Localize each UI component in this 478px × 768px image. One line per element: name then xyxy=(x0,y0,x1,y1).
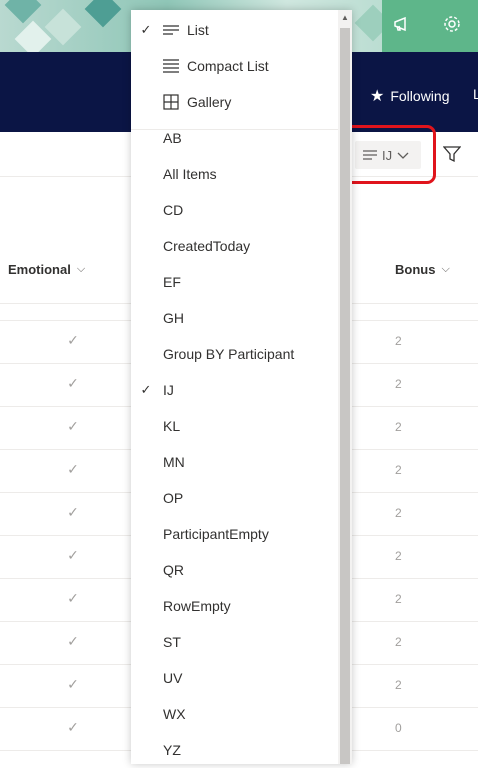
emotional-cell: ✓ xyxy=(67,590,79,606)
menu-item-compact-list[interactable]: Compact List xyxy=(131,48,338,84)
chevron-down-icon: ⌵ xyxy=(76,263,86,275)
suite-bar-actions xyxy=(382,0,478,52)
menu-item-label: RowEmpty xyxy=(163,598,231,614)
menu-item-view-selected[interactable]: ✓ IJ xyxy=(131,372,338,408)
emotional-cell: ✓ xyxy=(67,719,79,735)
gallery-icon xyxy=(162,93,180,111)
banner-hex xyxy=(84,0,122,28)
gear-icon[interactable] xyxy=(440,14,464,38)
menu-item-view[interactable]: All Items xyxy=(131,156,338,192)
bonus-cell: 2 xyxy=(395,334,402,348)
bonus-cell: 2 xyxy=(395,377,402,391)
menu-item-label: Gallery xyxy=(187,94,232,110)
menu-item-view[interactable]: CD xyxy=(131,192,338,228)
menu-item-view[interactable]: EF xyxy=(131,264,338,300)
menu-item-label: GH xyxy=(163,310,184,326)
list-icon xyxy=(162,21,180,39)
menu-item-label: EF xyxy=(163,274,181,290)
banner-hex xyxy=(4,0,42,24)
menu-item-label: Compact List xyxy=(187,58,269,74)
menu-item-view[interactable]: MN xyxy=(131,444,338,480)
checkmark-icon: ✓ xyxy=(140,382,152,397)
menu-item-label: IJ xyxy=(163,382,174,398)
menu-item-label: OP xyxy=(163,490,184,506)
bonus-cell: 2 xyxy=(395,592,402,606)
menu-item-label: ParticipantEmpty xyxy=(163,526,269,542)
menu-item-view[interactable]: Group BY Participant xyxy=(131,336,338,372)
bonus-cell: 2 xyxy=(395,420,402,434)
emotional-cell: ✓ xyxy=(67,375,79,391)
menu-item-view[interactable]: GH xyxy=(131,300,338,336)
bonus-cell: 2 xyxy=(395,506,402,520)
menu-item-view[interactable]: ParticipantEmpty xyxy=(131,516,338,552)
star-icon: ★ xyxy=(370,88,385,105)
menu-item-label: YZ xyxy=(163,742,181,758)
header-partial-label[interactable]: L xyxy=(473,86,478,102)
menu-item-label: WX xyxy=(163,706,186,722)
filter-icon[interactable] xyxy=(442,145,462,163)
menu-item-view[interactable]: OP xyxy=(131,480,338,516)
highlight-box xyxy=(343,125,436,184)
emotional-cell: ✓ xyxy=(67,504,79,520)
column-header-emotional[interactable]: Emotional ⌵ xyxy=(8,262,85,277)
menu-item-label: All Items xyxy=(163,166,217,182)
bonus-cell: 0 xyxy=(395,721,402,735)
menu-item-label: UV xyxy=(163,670,183,686)
checkmark-icon: ✓ xyxy=(140,22,152,37)
megaphone-icon[interactable] xyxy=(390,14,414,38)
follow-button[interactable]: ★ Following xyxy=(370,86,449,106)
bonus-cell: 2 xyxy=(395,463,402,477)
menu-item-label: QR xyxy=(163,562,184,578)
menu-item-view[interactable]: YZ xyxy=(131,732,338,768)
menu-item-label: CreatedToday xyxy=(163,238,251,254)
menu-item-label: List xyxy=(187,22,209,38)
view-options-menu: ✓ List Compact List Gallery AB All Items… xyxy=(131,10,352,764)
menu-item-label: Group BY Participant xyxy=(163,346,295,362)
menu-item-view[interactable]: WX xyxy=(131,696,338,732)
chevron-down-icon: ⌵ xyxy=(441,263,450,275)
bonus-cell: 2 xyxy=(395,678,402,692)
menu-item-view[interactable]: ST xyxy=(131,624,338,660)
bonus-cell: 2 xyxy=(395,635,402,649)
column-header-bonus[interactable]: Bonus ⌵ xyxy=(395,262,450,277)
menu-item-label: MN xyxy=(163,454,185,470)
menu-item-view[interactable]: AB xyxy=(131,120,338,156)
menu-item-view[interactable]: QR xyxy=(131,552,338,588)
menu-item-view[interactable]: RowEmpty xyxy=(131,588,338,624)
menu-item-label: AB xyxy=(163,130,182,146)
emotional-cell: ✓ xyxy=(67,461,79,477)
emotional-cell: ✓ xyxy=(67,676,79,692)
emotional-cell: ✓ xyxy=(67,633,79,649)
menu-item-label: CD xyxy=(163,202,184,218)
menu-item-label: ST xyxy=(163,634,181,650)
bonus-cell: 2 xyxy=(395,549,402,563)
menu-item-list[interactable]: ✓ List xyxy=(131,12,338,48)
column-header-label: Emotional xyxy=(8,262,71,277)
menu-scrollbar-thumb[interactable] xyxy=(340,28,350,764)
column-header-label: Bonus xyxy=(395,262,436,277)
menu-item-view[interactable]: KL xyxy=(131,408,338,444)
following-label: Following xyxy=(390,88,450,104)
compact-list-icon xyxy=(162,57,180,75)
menu-item-view[interactable]: UV xyxy=(131,660,338,696)
menu-item-view[interactable]: CreatedToday xyxy=(131,228,338,264)
scroll-up-icon[interactable]: ▲ xyxy=(340,12,350,24)
menu-item-label: KL xyxy=(163,418,181,434)
menu-item-gallery[interactable]: Gallery xyxy=(131,84,338,120)
emotional-cell: ✓ xyxy=(67,332,79,348)
emotional-cell: ✓ xyxy=(67,547,79,563)
emotional-cell: ✓ xyxy=(67,418,79,434)
